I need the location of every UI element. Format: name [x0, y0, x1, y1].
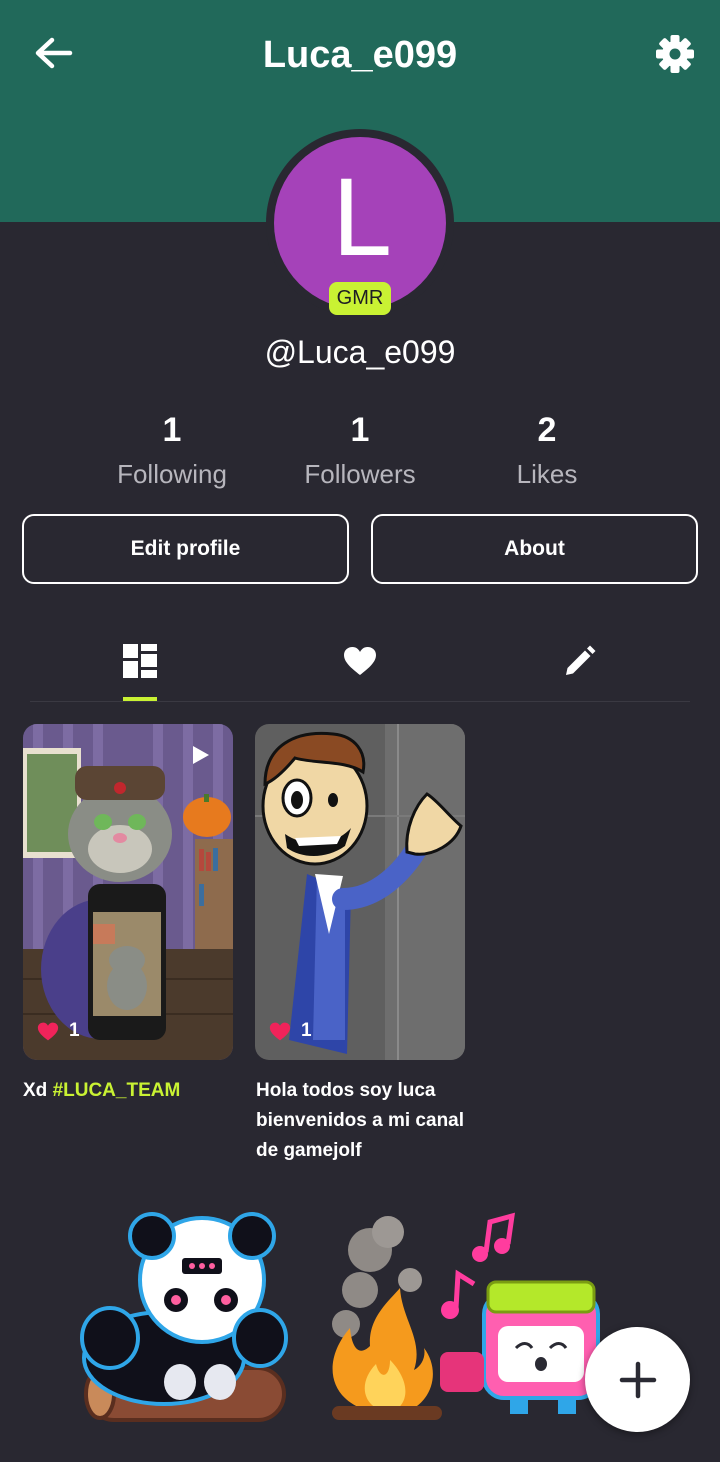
- heart-icon: [37, 1022, 59, 1040]
- page-title: Luca_e099: [262, 34, 458, 76]
- back-button[interactable]: [30, 32, 76, 74]
- likes-count: 2: [537, 411, 557, 449]
- settings-button[interactable]: [651, 30, 699, 78]
- post-thumbnail-drawing: [255, 724, 465, 1060]
- edit-profile-button[interactable]: Edit profile: [22, 514, 349, 584]
- pencil-icon: [566, 645, 596, 675]
- stat-following[interactable]: 1 Following: [72, 406, 272, 494]
- post-thumbnail-talking-tom: [23, 724, 233, 1060]
- avatar-initial: L: [331, 158, 389, 280]
- gamer-badge: GMR: [329, 282, 391, 315]
- arrow-left-icon: [35, 37, 73, 69]
- hashtag-link[interactable]: #LUCA_TEAM: [53, 1080, 181, 1101]
- followers-label: Followers: [304, 459, 416, 489]
- post-like-count: 1: [301, 1020, 312, 1041]
- plus-icon: [619, 1361, 656, 1398]
- post-caption-1: Xd #LUCA_TEAM: [23, 1076, 243, 1106]
- stat-likes[interactable]: 2 Likes: [447, 406, 647, 494]
- post-likes: 1: [37, 1020, 80, 1042]
- likes-label: Likes: [516, 459, 578, 489]
- heart-icon: [344, 647, 376, 675]
- username-handle: @Luca_e099: [264, 334, 456, 370]
- tab-drafts[interactable]: [530, 626, 630, 696]
- caption-text: Xd: [23, 1080, 53, 1101]
- heart-icon: [269, 1022, 291, 1040]
- gear-icon: [656, 35, 694, 73]
- post-card-1[interactable]: 1: [23, 724, 233, 1060]
- following-count: 1: [162, 411, 182, 449]
- about-button[interactable]: About: [371, 514, 698, 584]
- stat-followers[interactable]: 1 Followers: [260, 406, 460, 494]
- mascot-illustration: [80, 1212, 600, 1422]
- post-card-2[interactable]: 1: [255, 724, 465, 1060]
- post-caption-2: Hola todos soy luca bienvenidos a mi can…: [256, 1080, 465, 1161]
- grid-icon: [123, 644, 157, 678]
- tabs-divider: [30, 701, 690, 702]
- create-post-button[interactable]: [585, 1327, 690, 1432]
- post-like-count: 1: [69, 1020, 80, 1041]
- tab-posts[interactable]: [90, 626, 190, 696]
- following-label: Following: [117, 459, 227, 489]
- tab-liked[interactable]: [310, 626, 410, 696]
- followers-count: 1: [350, 411, 370, 449]
- post-likes: 1: [269, 1020, 312, 1042]
